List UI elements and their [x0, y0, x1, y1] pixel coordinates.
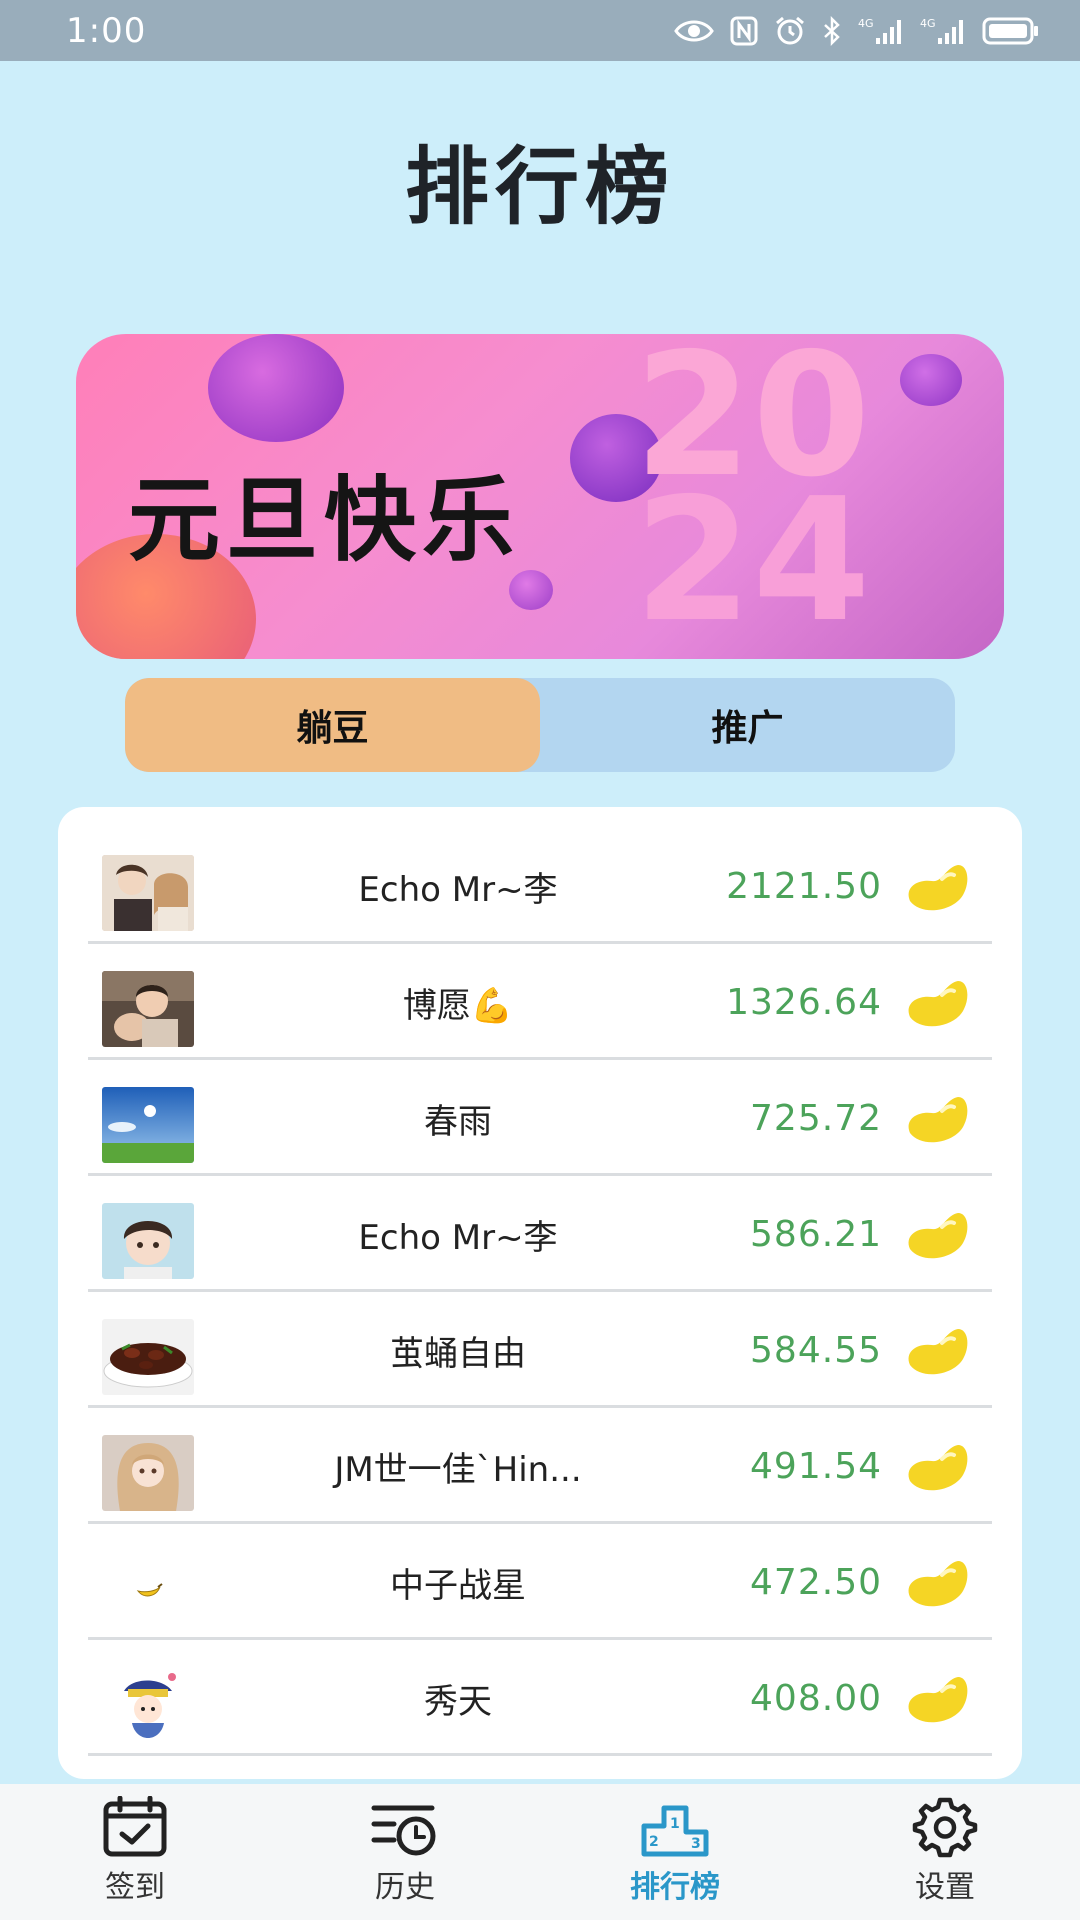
bean-score: 725.72 — [750, 1098, 882, 1139]
bean-score: 1326.64 — [726, 982, 882, 1023]
bean-score: 491.54 — [750, 1446, 882, 1487]
bean-icon — [908, 1561, 968, 1607]
bottom-nav: 签到 历史 213 排行榜 设置 — [0, 1784, 1080, 1920]
tab-lying-beans[interactable]: 躺豆 — [125, 678, 540, 772]
avatar — [102, 971, 194, 1047]
list-item[interactable]: 茧蛹自由 584.55 — [88, 1293, 992, 1408]
svg-text:4G: 4G — [920, 17, 936, 30]
list-item[interactable]: 中子战星 472.50 — [88, 1525, 992, 1640]
player-name: 中子战星 — [390, 1566, 526, 1606]
avatar — [102, 855, 194, 931]
player-name: Echo Mr~李 — [358, 1218, 558, 1258]
page-title: 排行榜 — [404, 138, 675, 236]
nav-item-settings[interactable]: 设置 — [810, 1784, 1080, 1920]
avatar — [102, 1319, 194, 1395]
battery-icon — [982, 17, 1038, 44]
svg-text:24: 24 — [634, 462, 871, 659]
list-item[interactable]: 秀天 408.00 — [88, 1641, 992, 1756]
player-name: 茧蛹自由 — [390, 1334, 526, 1374]
bean-icon — [908, 865, 968, 911]
svg-text:2: 2 — [649, 1834, 659, 1850]
avatar — [102, 1667, 194, 1743]
avatar — [102, 1087, 194, 1163]
svg-text:1: 1 — [670, 1816, 680, 1832]
nav-item-history[interactable]: 历史 — [270, 1784, 540, 1920]
eye-icon — [674, 20, 714, 41]
bean-score: 408.00 — [750, 1678, 882, 1719]
player-name: 博愿💪 — [402, 986, 514, 1026]
banner-greeting: 元旦快乐 — [128, 467, 521, 574]
bean-score: 586.21 — [750, 1214, 882, 1255]
player-name: 春雨 — [424, 1102, 492, 1142]
player-name: JM世一佳`Hin... — [334, 1450, 582, 1490]
bean-icon — [908, 1097, 968, 1143]
bean-score: 584.55 — [750, 1330, 882, 1371]
gear-icon — [912, 1797, 978, 1858]
status-bar: 1:00 4G 4G — [0, 0, 1080, 61]
calendar-check-icon — [103, 1796, 167, 1857]
list-item[interactable]: Echo Mr~李 586.21 — [88, 1177, 992, 1292]
list-item[interactable]: 春雨 725.72 — [88, 1061, 992, 1176]
player-name: Echo Mr~李 — [358, 870, 558, 910]
bean-icon — [908, 1445, 968, 1491]
bean-icon — [908, 981, 968, 1027]
banner-year: 20 24 — [634, 334, 871, 659]
nav-label: 签到 — [105, 1870, 165, 1905]
bean-icon — [908, 1677, 968, 1723]
nav-label: 排行榜 — [630, 1870, 720, 1905]
avatar — [102, 1435, 194, 1511]
svg-text:3: 3 — [691, 1836, 701, 1852]
podium-icon: 213 — [641, 1805, 709, 1857]
bean-score: 472.50 — [750, 1562, 882, 1603]
history-icon — [371, 1805, 436, 1856]
nav-item-ranking[interactable]: 213 排行榜 — [540, 1784, 810, 1920]
bean-icon — [908, 1213, 968, 1259]
svg-text:4G: 4G — [858, 17, 874, 30]
tab-promotion[interactable]: 推广 — [540, 678, 955, 772]
avatar — [102, 1203, 194, 1279]
list-item[interactable]: JM世一佳`Hin... 491.54 — [88, 1409, 992, 1524]
status-time: 1:00 — [66, 10, 147, 51]
new-year-banner[interactable]: 元旦快乐 20 24 — [76, 334, 1004, 659]
bean-score: 2121.50 — [726, 866, 882, 907]
ranking-tabs: 躺豆 推广 — [125, 678, 955, 772]
alarm-icon — [776, 16, 804, 44]
signal-4g-icon: 4G — [858, 17, 901, 44]
bluetooth-icon — [824, 15, 840, 46]
nav-item-checkin[interactable]: 签到 — [0, 1784, 270, 1920]
bean-icon — [908, 1329, 968, 1375]
banner-orb — [208, 334, 344, 442]
nfc-icon — [730, 16, 758, 45]
avatar — [102, 1551, 194, 1627]
nav-label: 设置 — [915, 1870, 975, 1905]
signal-4g-icon: 4G — [920, 17, 963, 44]
list-item[interactable]: 博愿💪 1326.64 — [88, 945, 992, 1060]
status-icons: 4G 4G — [674, 15, 1040, 46]
ranking-list: Echo Mr~李 2121.50 博愿💪 1326.64 春雨 725.72 … — [58, 807, 1022, 1779]
player-name: 秀天 — [424, 1682, 492, 1722]
list-item[interactable]: Echo Mr~李 2121.50 — [88, 829, 992, 944]
nav-label: 历史 — [375, 1870, 435, 1905]
